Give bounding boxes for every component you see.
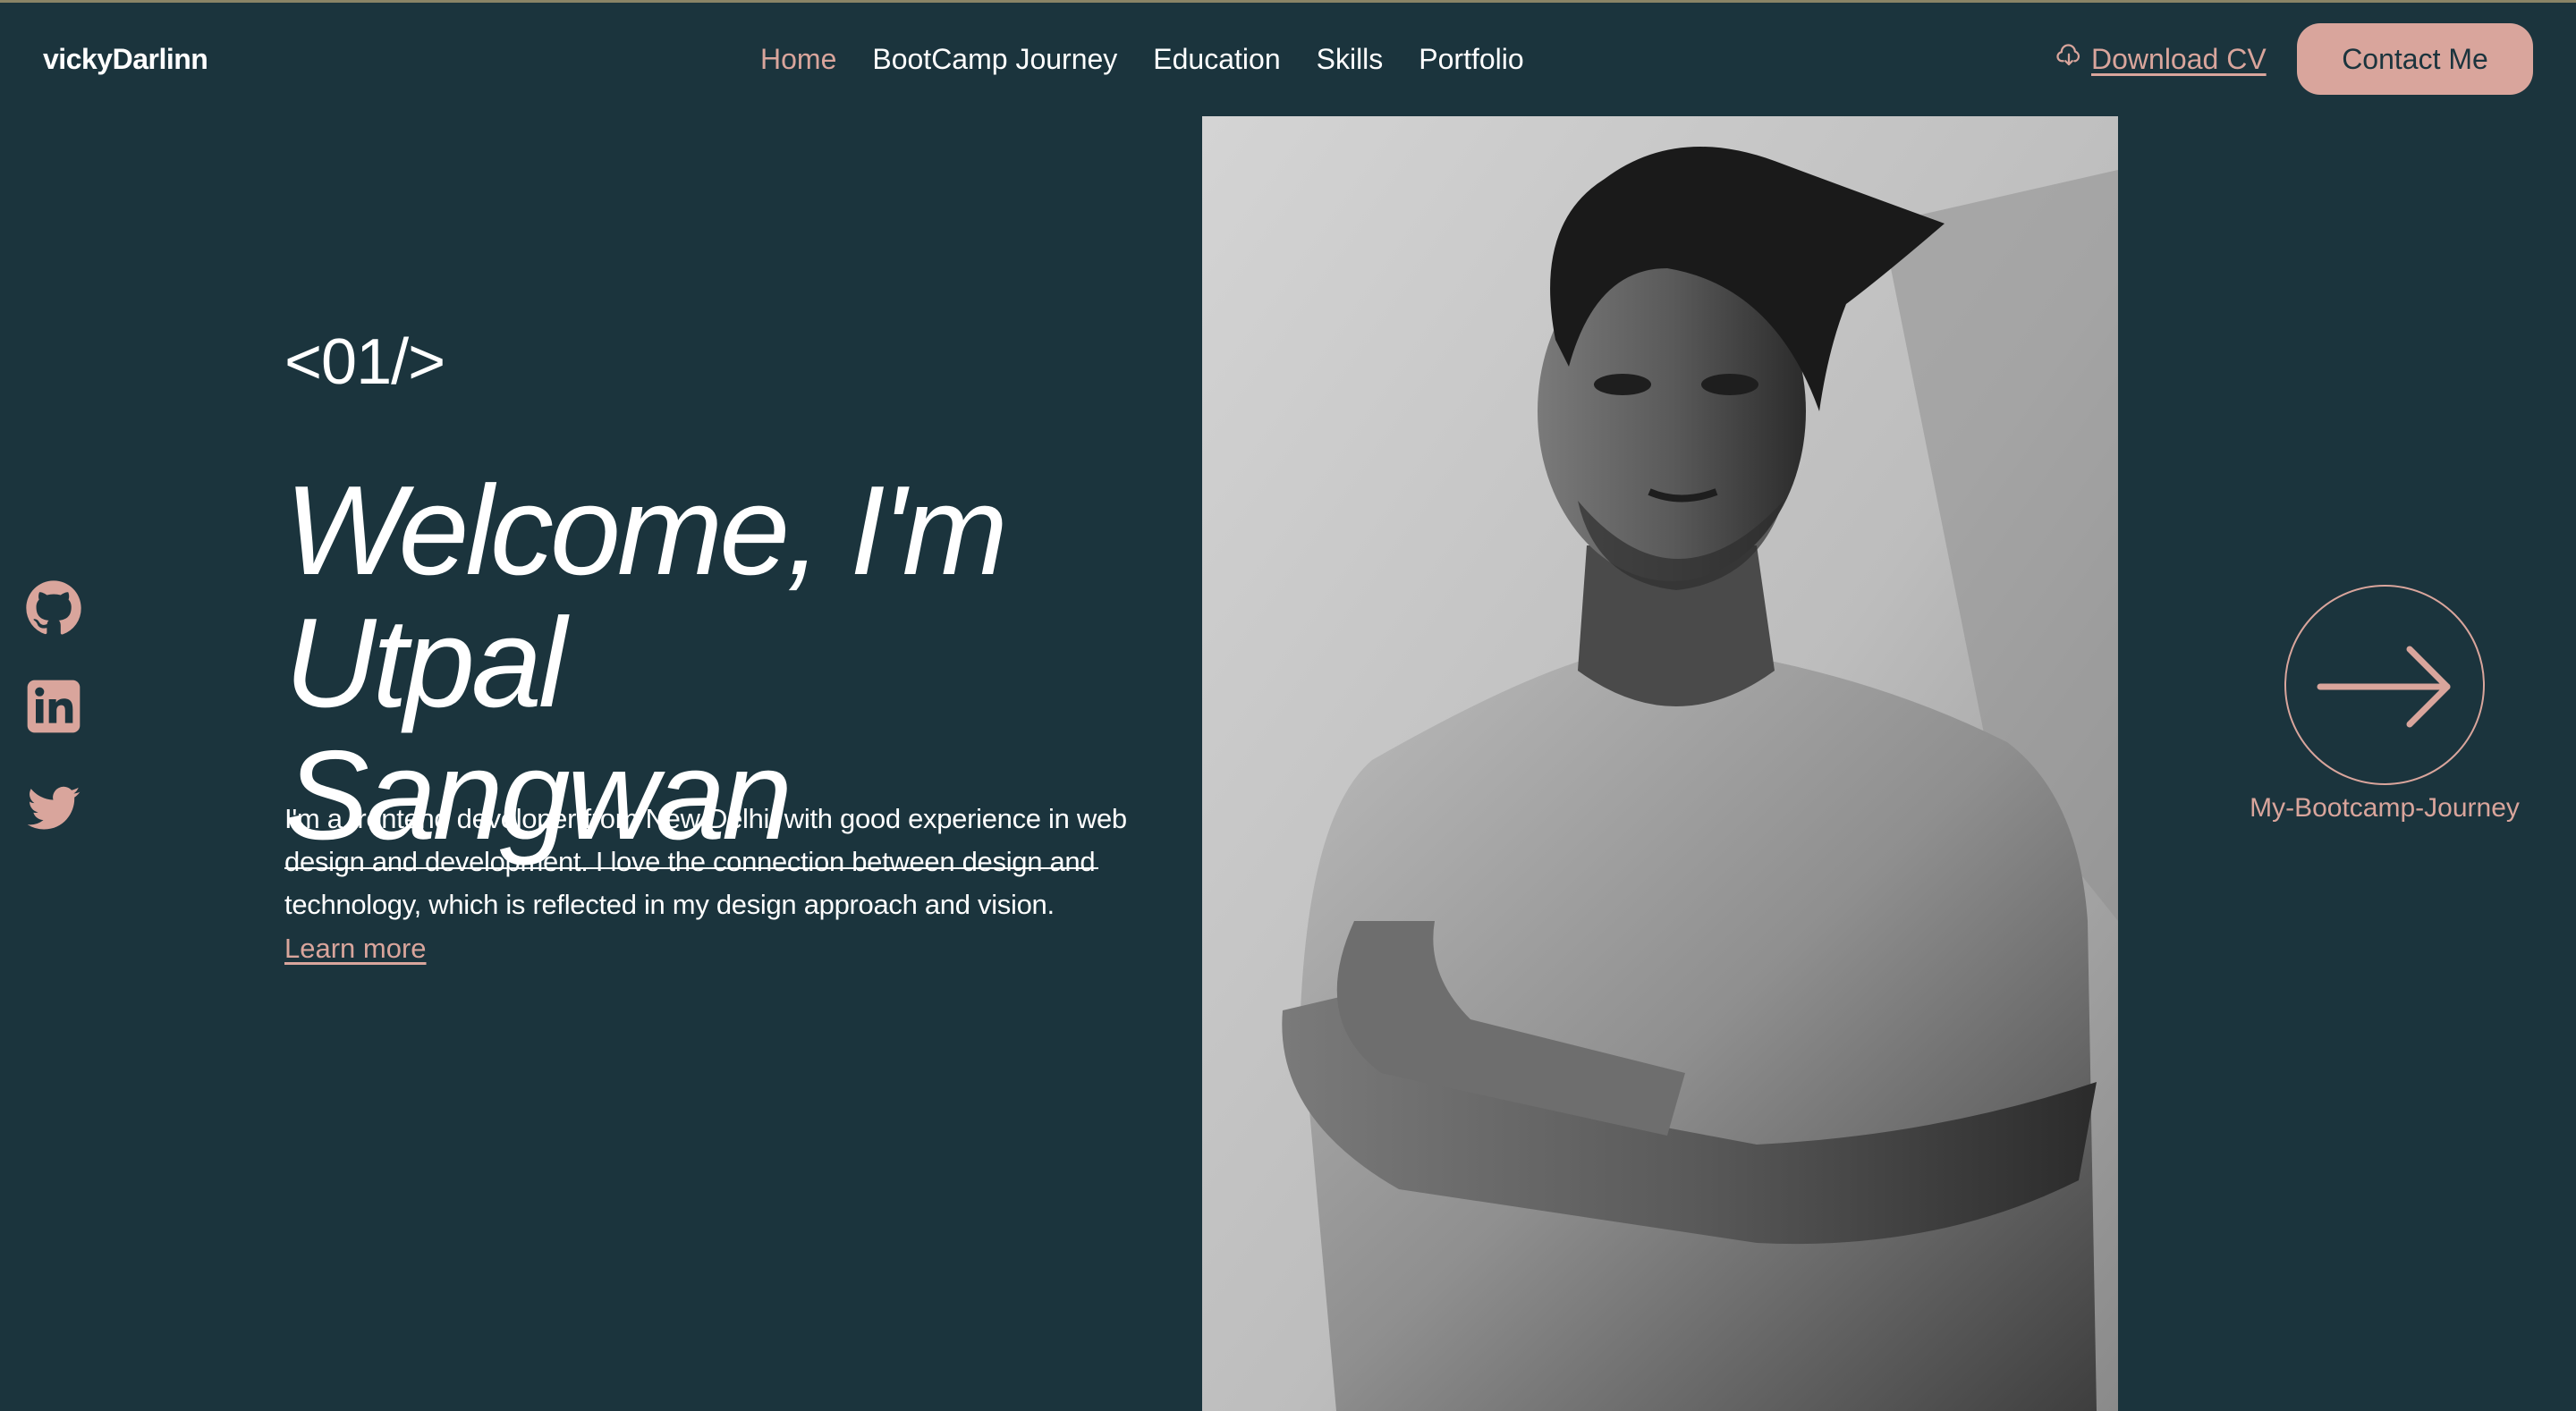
nav-item-portfolio[interactable]: Portfolio — [1419, 39, 1523, 79]
linkedin-icon[interactable] — [25, 678, 82, 735]
headline-line-1: Welcome, I'm — [284, 460, 1008, 602]
nav-item-education[interactable]: Education — [1153, 39, 1280, 79]
intro-paragraph: I'm a frontend developer from New Delhi,… — [284, 803, 1127, 920]
nav-item-bootcamp-journey[interactable]: BootCamp Journey — [872, 39, 1117, 79]
twitter-icon[interactable] — [25, 780, 82, 837]
portrait-photo — [1202, 116, 2118, 1411]
contact-me-button[interactable]: Contact Me — [2297, 23, 2533, 95]
section-tag: <01/> — [284, 326, 445, 398]
download-cv-label: Download CV — [2091, 43, 2267, 75]
github-icon[interactable] — [25, 579, 82, 637]
main-nav: Home BootCamp Journey Education Skills P… — [760, 39, 1524, 79]
top-border — [0, 0, 2576, 3]
learn-more-link[interactable]: Learn more — [284, 927, 427, 970]
next-section-label[interactable]: My-Bootcamp-Journey — [2209, 789, 2560, 828]
download-cv-link[interactable]: Download CV — [2055, 39, 2267, 79]
arrow-right-icon — [2317, 642, 2456, 736]
brand-logo[interactable]: vickyDarlinn — [43, 39, 208, 79]
nav-item-home[interactable]: Home — [760, 39, 836, 79]
cloud-download-icon — [2055, 39, 2082, 79]
next-section-button[interactable] — [2284, 585, 2485, 785]
nav-item-skills[interactable]: Skills — [1317, 39, 1384, 79]
